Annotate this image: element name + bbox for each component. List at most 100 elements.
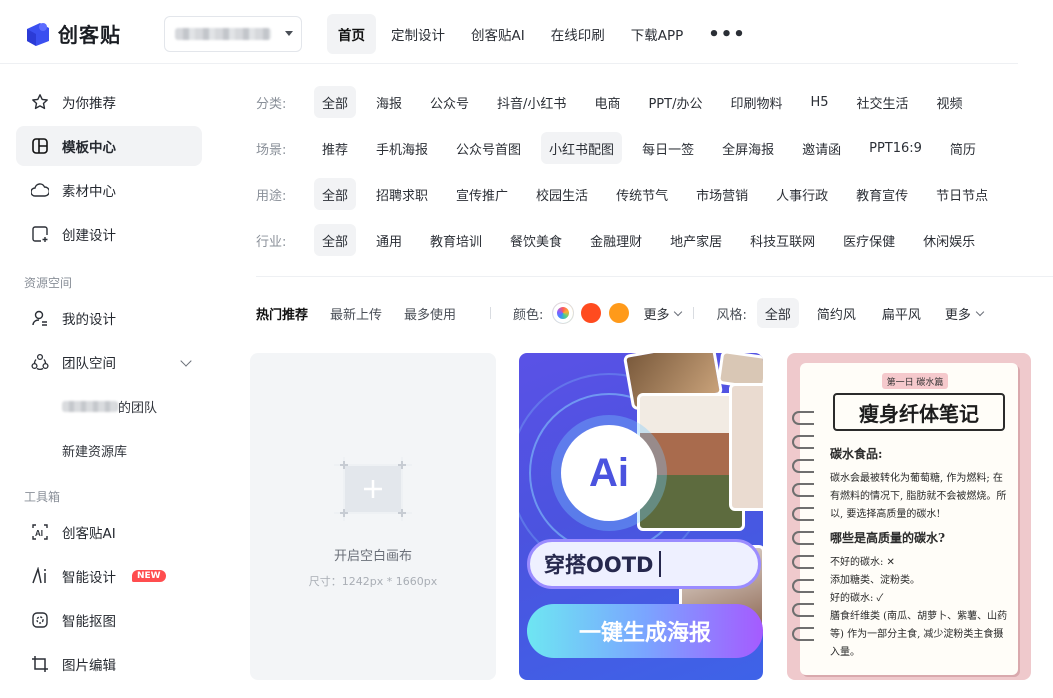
- color-more-dropdown[interactable]: 更多: [643, 304, 683, 323]
- section-title-tools: 工具箱: [24, 490, 61, 504]
- style-minimal[interactable]: 简约风: [809, 298, 864, 328]
- filter-chip[interactable]: PPT/办公: [640, 86, 710, 118]
- ai-icon: AI: [30, 522, 50, 542]
- chevron-down-icon: [674, 307, 683, 316]
- filter-label: 场景:: [256, 142, 287, 158]
- filter-chip[interactable]: 抖音/小红书: [489, 86, 574, 118]
- filter-chip[interactable]: 公众号: [422, 86, 477, 118]
- sidebar-item-materials[interactable]: 素材中心: [16, 170, 202, 210]
- filter-chip[interactable]: 地产家居: [662, 224, 730, 256]
- style-flat[interactable]: 扁平风: [874, 298, 929, 328]
- ai-design-icon: [30, 566, 50, 586]
- color-swatch[interactable]: [553, 303, 574, 323]
- sidebar-item-ai[interactable]: AI 创客贴AI: [16, 512, 202, 552]
- ai-prompt-field: 穿搭OOTD: [527, 539, 761, 589]
- sort-hot[interactable]: 热门推荐: [256, 304, 308, 323]
- sidebar-item-my-designs[interactable]: 我的设计: [16, 298, 202, 338]
- color-swatch[interactable]: [581, 303, 602, 323]
- filter-chip[interactable]: PPT16:9: [861, 132, 930, 164]
- filter-chip[interactable]: 电商: [586, 86, 628, 118]
- filter-chip[interactable]: 传统节气: [608, 178, 676, 210]
- sidebar-item-templates[interactable]: 模板中心: [16, 126, 202, 166]
- filter-chip[interactable]: 节日节点: [928, 178, 996, 210]
- sidebar-item-smart-design[interactable]: 智能设计 NEW: [16, 556, 202, 596]
- style-filter-label: 风格:: [716, 307, 747, 323]
- filter-row-usage: 用途: 全部 招聘求职 宣传推广 校园生活 传统节气 市场营销 人事行政 教育宣传 节日节点: [256, 178, 1008, 210]
- sidebar-item-label: 我的设计: [62, 312, 116, 328]
- filter-chip[interactable]: 视频: [929, 86, 971, 118]
- filter-chip[interactable]: 通用: [368, 224, 410, 256]
- star-icon: [30, 92, 50, 112]
- binder-ring: [792, 507, 814, 521]
- nav-print[interactable]: 在线印刷: [540, 14, 616, 54]
- nav-download-app[interactable]: 下载APP: [620, 14, 695, 54]
- sort-most-used[interactable]: 最多使用: [404, 304, 456, 323]
- filter-chip[interactable]: 教育培训: [422, 224, 490, 256]
- sidebar-item-image-edit[interactable]: 图片编辑: [16, 644, 202, 684]
- filter-chip[interactable]: 餐饮美食: [502, 224, 570, 256]
- filter-chip[interactable]: 海报: [368, 86, 410, 118]
- filter-chip[interactable]: 印刷物料: [722, 86, 790, 118]
- chevron-down-icon[interactable]: [180, 355, 192, 367]
- filter-chip[interactable]: 全部: [314, 224, 357, 256]
- filter-chip[interactable]: 宣传推广: [448, 178, 516, 210]
- sidebar-item-team-space[interactable]: 团队空间: [16, 342, 202, 382]
- note-paper: 第一日 碳水篇 瘦身纤体笔记 碳水食品: 碳水会最被转化为葡萄糖, 作为燃料; 在…: [800, 363, 1018, 675]
- filter-chip[interactable]: 推荐: [314, 132, 356, 164]
- nav-custom-design[interactable]: 定制设计: [380, 14, 456, 54]
- sidebar-item-recommend[interactable]: 为你推荐: [16, 82, 202, 122]
- team-entry[interactable]: 的团队: [62, 397, 157, 416]
- filter-chip[interactable]: 休闲娱乐: [915, 224, 983, 256]
- filter-chip[interactable]: 简历: [942, 132, 984, 164]
- filter-label: 分类:: [256, 96, 287, 112]
- binder-ring: [792, 531, 814, 545]
- filter-chip[interactable]: 校园生活: [528, 178, 596, 210]
- filter-chip[interactable]: 邀请函: [794, 132, 849, 164]
- sidebar-item-label: 为你推荐: [62, 96, 116, 112]
- filter-chip[interactable]: 手机海报: [368, 132, 436, 164]
- sidebar-item-create[interactable]: 创建设计: [16, 214, 202, 254]
- nav-ai[interactable]: 创客贴AI: [460, 14, 536, 54]
- filter-row-industry: 行业: 全部 通用 教育培训 餐饮美食 金融理财 地产家居 科技互联网 医疗保健 休闲娱乐: [256, 224, 995, 256]
- note-template-card[interactable]: 第一日 碳水篇 瘦身纤体笔记 碳水食品: 碳水会最被转化为葡萄糖, 作为燃料; 在…: [787, 353, 1031, 680]
- filter-chip[interactable]: 人事行政: [768, 178, 836, 210]
- team-selector[interactable]: [164, 16, 302, 52]
- generate-poster-button[interactable]: 一键生成海报: [527, 604, 763, 658]
- filter-chip[interactable]: H5: [802, 86, 836, 118]
- filter-chip[interactable]: 全部: [314, 86, 357, 118]
- ai-poster-card[interactable]: Ai 穿搭OOTD 一键生成海报: [519, 353, 763, 680]
- blank-canvas-title: 开启空白画布: [333, 549, 412, 564]
- filter-chip[interactable]: 公众号首图: [448, 132, 529, 164]
- style-all[interactable]: 全部: [756, 298, 799, 328]
- color-more-label: 更多: [643, 307, 670, 323]
- ai-prompt-text: 穿搭OOTD: [544, 553, 654, 577]
- note-line: 入量。: [830, 647, 860, 658]
- logo[interactable]: 创客贴: [24, 19, 121, 48]
- filter-divider: [256, 276, 1053, 277]
- sidebar-item-label: 模板中心: [62, 140, 116, 156]
- add-design-icon: [30, 224, 50, 244]
- filter-chip[interactable]: 科技互联网: [742, 224, 823, 256]
- color-swatch[interactable]: [609, 303, 630, 323]
- filter-label: 行业:: [256, 234, 287, 250]
- filter-chip[interactable]: 小红书配图: [541, 132, 623, 164]
- new-library-link[interactable]: 新建资源库: [62, 441, 127, 460]
- filter-chip[interactable]: 市场营销: [688, 178, 756, 210]
- sort-latest[interactable]: 最新上传: [330, 304, 382, 323]
- sidebar-item-cutout[interactable]: 智能抠图: [16, 600, 202, 640]
- more-menu-icon[interactable]: •••: [698, 24, 756, 45]
- filter-chip[interactable]: 全屏海报: [714, 132, 782, 164]
- blank-canvas-card[interactable]: 开启空白画布 尺寸：1242px * 1660px: [250, 353, 496, 680]
- filter-chip[interactable]: 医疗保健: [835, 224, 903, 256]
- filter-chip[interactable]: 全部: [314, 178, 357, 210]
- filter-chip[interactable]: 金融理财: [582, 224, 650, 256]
- style-more-dropdown[interactable]: 更多: [945, 304, 985, 323]
- filter-chip[interactable]: 招聘求职: [368, 178, 436, 210]
- cutout-icon: [30, 610, 50, 630]
- nav-home[interactable]: 首页: [327, 14, 376, 54]
- caret-down-icon: [285, 31, 293, 36]
- filter-chip[interactable]: 教育宣传: [848, 178, 916, 210]
- filter-chip[interactable]: 每日一签: [634, 132, 702, 164]
- sidebar-item-label: 创建设计: [62, 228, 116, 244]
- filter-chip[interactable]: 社交生活: [849, 86, 917, 118]
